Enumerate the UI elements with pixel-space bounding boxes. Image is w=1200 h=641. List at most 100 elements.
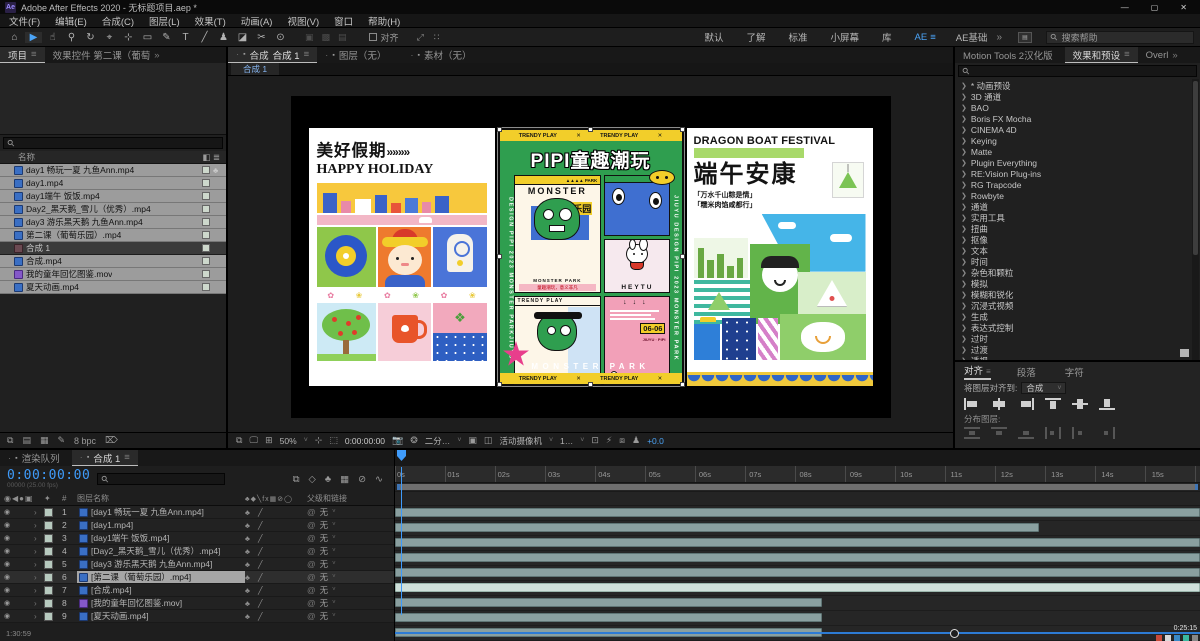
- pickwhip-icon[interactable]: @: [307, 611, 316, 621]
- layer-expander-icon[interactable]: ›: [34, 534, 44, 543]
- expander-chevron-icon[interactable]: ❯: [961, 82, 967, 90]
- effects-category[interactable]: ❯ 过渡: [955, 344, 1200, 355]
- selection-handle[interactable]: [497, 382, 502, 387]
- eye-icon[interactable]: ◉: [4, 612, 34, 620]
- layer-row[interactable]: ◉ › 8 [我的童年回忆图鉴.mov] ♣ ╱ @无˅: [0, 597, 394, 610]
- distribute-left-button[interactable]: [1045, 427, 1061, 442]
- search-help-input[interactable]: ⚲ 搜索帮助: [1046, 31, 1194, 44]
- effects-category[interactable]: ❯ 通道: [955, 201, 1200, 212]
- menu-item[interactable]: 帮助(H): [368, 14, 400, 28]
- distribute-right-button[interactable]: [1099, 427, 1115, 442]
- eraser-tool[interactable]: ◪: [234, 32, 251, 43]
- layer-expander-icon[interactable]: ›: [34, 508, 44, 517]
- brush-tool[interactable]: ╱: [196, 32, 213, 43]
- menu-item[interactable]: 文件(F): [9, 14, 40, 28]
- rotate-tool[interactable]: ↻: [82, 32, 99, 43]
- mini-flowchart-icon[interactable]: ⧉: [293, 474, 300, 485]
- pickwhip-icon[interactable]: @: [307, 546, 316, 556]
- effects-search-input[interactable]: ⚲: [958, 65, 1197, 77]
- expander-chevron-icon[interactable]: ❯: [961, 335, 967, 343]
- resolution-dropdown[interactable]: 二分…: [425, 435, 451, 447]
- expander-chevron-icon[interactable]: ❯: [961, 192, 967, 200]
- layer-bar-row[interactable]: [395, 598, 1200, 611]
- layer-label-chip[interactable]: [44, 612, 53, 621]
- layer-row[interactable]: ◉ › 1 [day1 畅玩一夏 九鱼Ann.mp4] ♣ ╱ @无˅: [0, 506, 394, 519]
- layer-switches[interactable]: ♣ ╱: [245, 521, 307, 530]
- align-panel-tab[interactable]: 字符: [1065, 365, 1087, 379]
- zoom-tool[interactable]: ⚲: [63, 32, 80, 43]
- timeline-button-icon[interactable]: ⧈: [619, 435, 625, 446]
- layer-bar-row[interactable]: [395, 553, 1200, 566]
- layer-expander-icon[interactable]: ›: [34, 573, 44, 582]
- effects-panel-tab[interactable]: 效果和预设≡: [1065, 47, 1138, 63]
- parent-dropdown[interactable]: 无: [320, 571, 329, 583]
- parent-dropdown[interactable]: 无: [320, 584, 329, 596]
- workspace-tab[interactable]: 标准: [788, 30, 810, 44]
- expander-chevron-icon[interactable]: ❯: [961, 313, 967, 321]
- layer-switches[interactable]: ♣ ╱: [245, 573, 307, 582]
- eye-icon[interactable]: ◉: [4, 508, 34, 516]
- project-item[interactable]: day1 畅玩一夏 九鱼Ann.mp4 ♣: [0, 164, 226, 177]
- workspace-tab[interactable]: 库: [882, 30, 895, 44]
- effects-category[interactable]: ❯ 模拟: [955, 278, 1200, 289]
- expander-chevron-icon[interactable]: ❯: [961, 203, 967, 211]
- selection-handle[interactable]: [588, 382, 593, 387]
- layer-duration-bar[interactable]: [395, 553, 1200, 562]
- bpc-button[interactable]: 8 bpc: [74, 436, 96, 446]
- layer-switches[interactable]: ♣ ╱: [245, 534, 307, 543]
- work-area-bar[interactable]: [395, 483, 1200, 492]
- eye-icon[interactable]: ◉: [4, 547, 34, 555]
- pickwhip-icon[interactable]: @: [307, 598, 316, 608]
- layer-label-chip[interactable]: [44, 586, 53, 595]
- panel-corner-button[interactable]: [1180, 349, 1189, 357]
- pickwhip-icon[interactable]: @: [307, 520, 316, 530]
- effects-category[interactable]: ❯ Boris FX Mocha: [955, 113, 1200, 124]
- pixel-aspect-icon[interactable]: ⊡: [591, 435, 599, 446]
- distribute-v-center-button[interactable]: [991, 427, 1007, 442]
- text-tool[interactable]: T: [177, 32, 194, 43]
- project-settings-icon[interactable]: ✎: [57, 435, 65, 446]
- parent-dropdown[interactable]: 无: [320, 519, 329, 531]
- layer-expander-icon[interactable]: ›: [34, 599, 44, 608]
- time-ruler[interactable]: 0s01s02s03s04s05s06s07s08s09s10s11s12s13…: [395, 466, 1200, 483]
- align-v-center-button[interactable]: [1072, 398, 1088, 410]
- distribute-top-button[interactable]: [964, 427, 980, 442]
- puppet-pin-tool[interactable]: ⊙: [272, 32, 289, 43]
- layer-bar-row[interactable]: [395, 568, 1200, 581]
- timecode-display[interactable]: 0:00:00:00: [7, 469, 90, 482]
- align-to-dropdown[interactable]: 合成˅: [1021, 382, 1066, 394]
- view-layout-dropdown[interactable]: 1…: [560, 436, 573, 446]
- expander-chevron-icon[interactable]: ❯: [961, 346, 967, 354]
- layer-label-chip[interactable]: [44, 508, 53, 517]
- hand-tool[interactable]: ☝: [44, 32, 61, 43]
- layer-duration-bar[interactable]: [395, 508, 1200, 517]
- viewer-panel-tab[interactable]: ·▪素材（无）: [402, 47, 487, 63]
- layer-duration-bar[interactable]: [395, 523, 1039, 532]
- expander-chevron-icon[interactable]: ❯: [961, 126, 967, 134]
- flowchart-icon[interactable]: ♟: [632, 435, 640, 446]
- effects-category[interactable]: ❯ Keying: [955, 135, 1200, 146]
- effects-category[interactable]: ❯ Matte: [955, 146, 1200, 157]
- grid-guides-icon[interactable]: ⊹: [315, 435, 323, 446]
- minimize-button[interactable]: —: [1121, 3, 1129, 12]
- effects-category[interactable]: ❯ 杂色和颗粒: [955, 267, 1200, 278]
- menu-item[interactable]: 动画(A): [241, 14, 273, 28]
- align-h-center-button[interactable]: [991, 398, 1007, 410]
- layer-label-chip[interactable]: [44, 534, 53, 543]
- pickwhip-icon[interactable]: @: [307, 572, 316, 582]
- expander-chevron-icon[interactable]: ❯: [961, 137, 967, 145]
- project-item[interactable]: 合成.mp4: [0, 255, 226, 268]
- effects-category[interactable]: ❯ RE:Vision Plug-ins: [955, 168, 1200, 179]
- snap-checkbox[interactable]: [369, 33, 377, 41]
- layer-expander-icon[interactable]: ›: [34, 560, 44, 569]
- pan-behind-tool[interactable]: ⊹: [120, 32, 137, 43]
- layer-switches[interactable]: ♣ ╱: [245, 560, 307, 569]
- mask-visibility-icon[interactable]: ⬚: [329, 435, 338, 446]
- effects-category[interactable]: ❯ 模糊和锐化: [955, 289, 1200, 300]
- viewer-panel-tab[interactable]: ·▪合成合成 1≡: [228, 47, 317, 63]
- project-panel-tab[interactable]: 效果控件 第二课（葡萄»: [45, 47, 168, 63]
- region-of-interest-icon[interactable]: ▣: [468, 435, 477, 446]
- interpret-footage-icon[interactable]: ⧉: [7, 435, 13, 446]
- expander-chevron-icon[interactable]: ❯: [961, 280, 967, 288]
- layer-switches[interactable]: ♣ ╱: [245, 599, 307, 608]
